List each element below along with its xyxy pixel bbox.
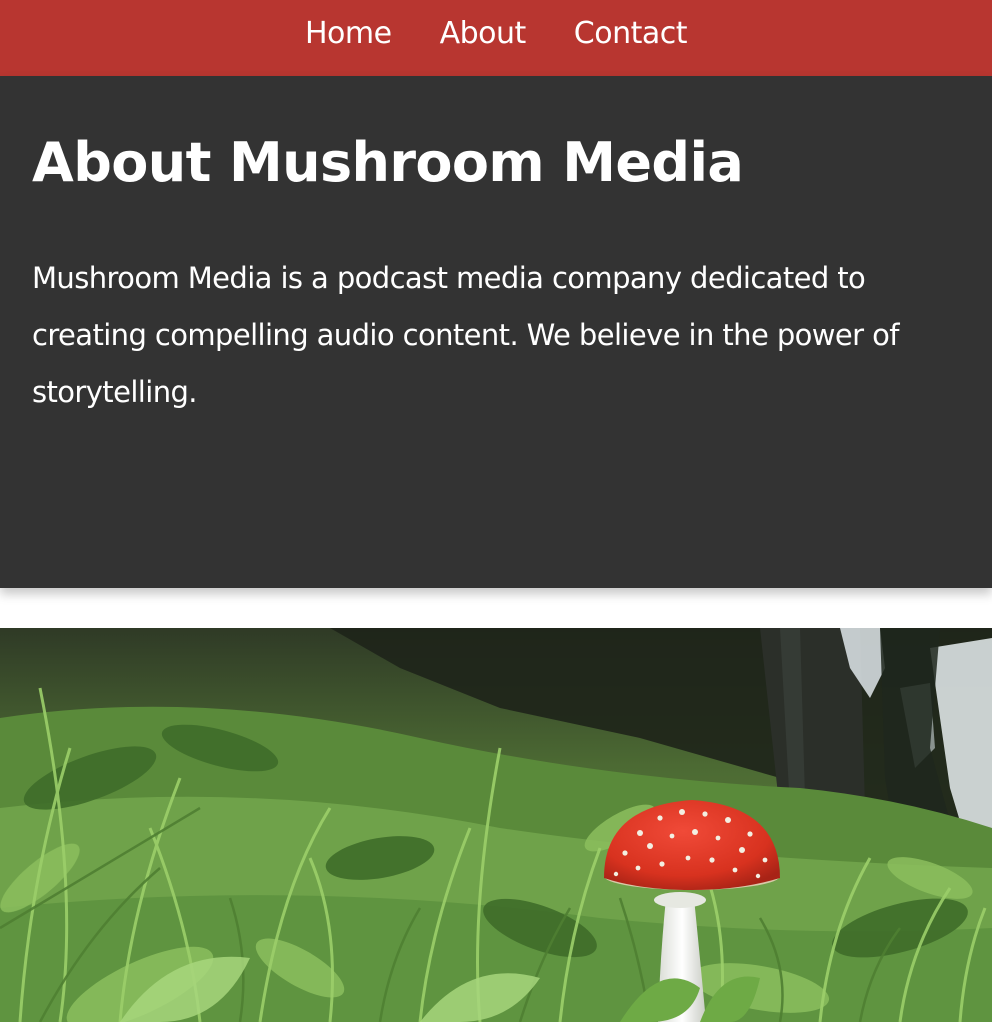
nav-link-contact[interactable]: Contact — [574, 16, 688, 51]
nav-link-about[interactable]: About — [440, 16, 527, 51]
page-title: About Mushroom Media — [32, 131, 744, 194]
top-nav: Home About Contact — [0, 0, 992, 76]
nav-link-home[interactable]: Home — [305, 16, 392, 51]
about-section: About Mushroom Media Mushroom Media is a… — [0, 76, 992, 588]
about-description: Mushroom Media is a podcast media compan… — [32, 261, 899, 409]
mushroom-photo — [0, 628, 992, 1022]
